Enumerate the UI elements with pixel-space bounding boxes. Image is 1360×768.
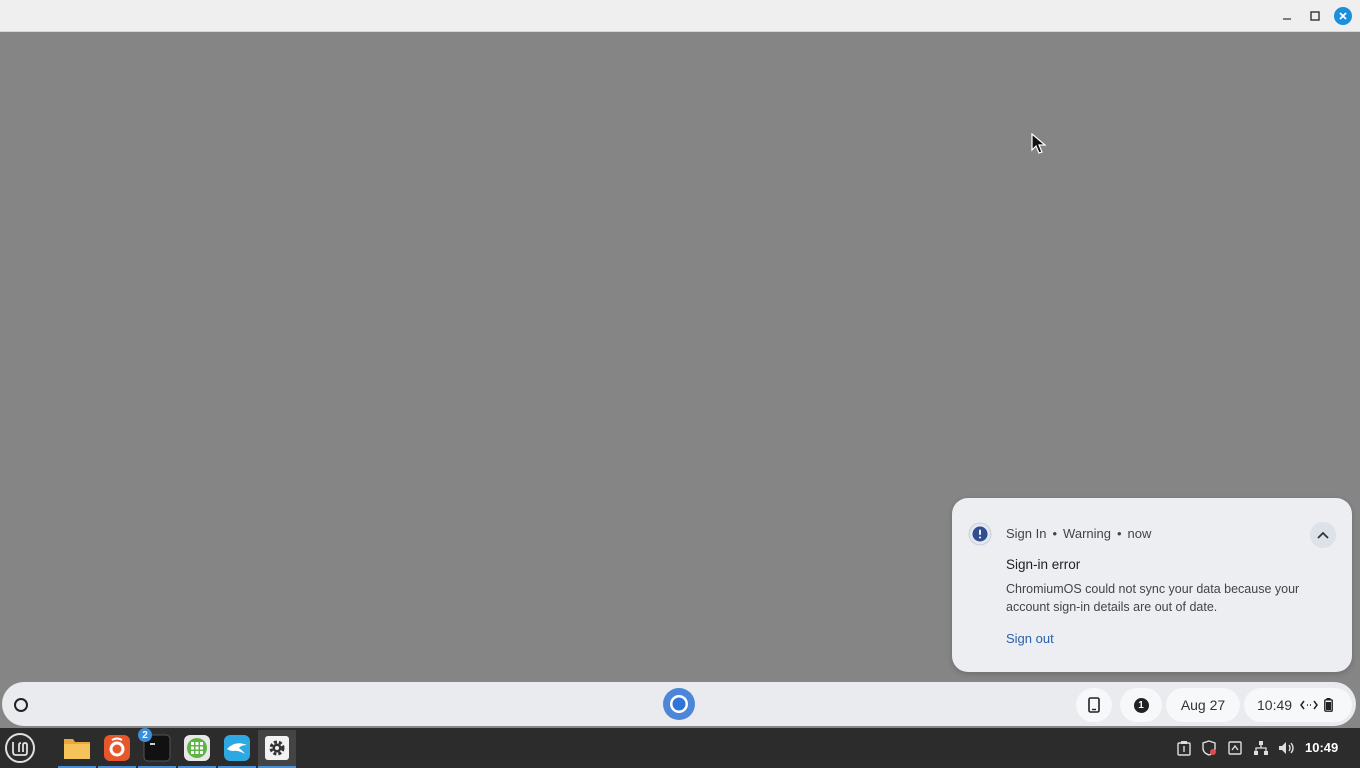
settings-app-button[interactable] — [258, 730, 296, 768]
phone-icon — [1088, 697, 1100, 713]
minimize-icon — [1283, 18, 1291, 20]
clipboard-tray-button[interactable] — [1174, 738, 1194, 758]
signin-error-notification[interactable]: Sign In • Warning • now Sign-in error Chromi… — [952, 498, 1352, 672]
collapse-notification-button[interactable] — [1310, 522, 1336, 548]
window-titlebar — [0, 0, 1360, 32]
battery-icon — [1324, 698, 1333, 712]
notification-count: 1 — [1133, 697, 1149, 713]
maximize-icon — [1310, 11, 1320, 21]
firefox-app-button[interactable] — [98, 730, 136, 768]
date-tray[interactable]: Aug 27 — [1166, 688, 1240, 722]
files-app-button[interactable] — [58, 730, 96, 768]
mouse-cursor-icon — [1031, 133, 1047, 154]
maximize-button[interactable] — [1305, 6, 1325, 26]
dolphin-icon — [224, 735, 250, 761]
shield-icon — [1202, 740, 1216, 756]
shelf-time: 10:49 — [1257, 697, 1293, 713]
volume-icon — [1279, 742, 1294, 754]
mint-menu-icon[interactable] — [4, 732, 36, 764]
updates-tray-button[interactable] — [1225, 738, 1245, 758]
shelf-bar: 1 Aug 27 10:49 — [2, 682, 1356, 726]
sign-out-button[interactable]: Sign out — [1006, 631, 1054, 646]
chromium-icon[interactable] — [662, 687, 696, 721]
status-area[interactable]: 10:49 — [1244, 688, 1352, 722]
ethernet-icon — [1300, 700, 1318, 710]
warning-icon — [968, 522, 992, 546]
clipboard-icon — [1177, 741, 1191, 756]
folder-icon — [64, 739, 90, 759]
notification-counter-button[interactable]: 1 — [1120, 688, 1162, 722]
shield-tray-button[interactable] — [1199, 738, 1219, 758]
close-button[interactable] — [1333, 6, 1353, 26]
volume-tray-button[interactable] — [1277, 738, 1297, 758]
header-separator: • — [1052, 526, 1058, 541]
phone-hub-button[interactable] — [1076, 688, 1112, 722]
spreadsheet-app-button[interactable] — [178, 730, 216, 768]
notification-severity: Warning — [1063, 526, 1111, 541]
close-icon — [1334, 7, 1352, 25]
terminal-app-button[interactable]: 2 — [138, 728, 176, 768]
shelf-date: Aug 27 — [1180, 697, 1226, 713]
gear-icon — [265, 736, 289, 760]
launcher-button[interactable] — [14, 698, 28, 712]
firefox-icon — [104, 735, 130, 761]
panel-clock[interactable]: 10:49 — [1305, 740, 1338, 755]
dolphin-app-button[interactable] — [218, 730, 256, 768]
notification-header: Sign In • Warning • now — [1006, 526, 1151, 541]
network-icon — [1254, 741, 1268, 755]
window-count-badge: 2 — [138, 728, 152, 742]
notification-message: ChromiumOS could not sync your data beca… — [1006, 582, 1300, 614]
update-icon — [1228, 741, 1242, 755]
network-tray-button[interactable] — [1251, 738, 1271, 758]
spreadsheet-icon — [184, 735, 210, 761]
chevron-up-icon — [1317, 531, 1329, 539]
notification-title: Sign-in error — [1006, 557, 1081, 572]
minimize-button[interactable] — [1277, 6, 1297, 26]
chromeos-shelf: 1 Aug 27 10:49 — [0, 680, 1360, 728]
notification-time: now — [1127, 526, 1152, 541]
notification-source: Sign In — [1006, 526, 1047, 541]
header-separator: • — [1116, 526, 1122, 541]
desktop-taskbar: 2 10:49 — [0, 728, 1360, 768]
